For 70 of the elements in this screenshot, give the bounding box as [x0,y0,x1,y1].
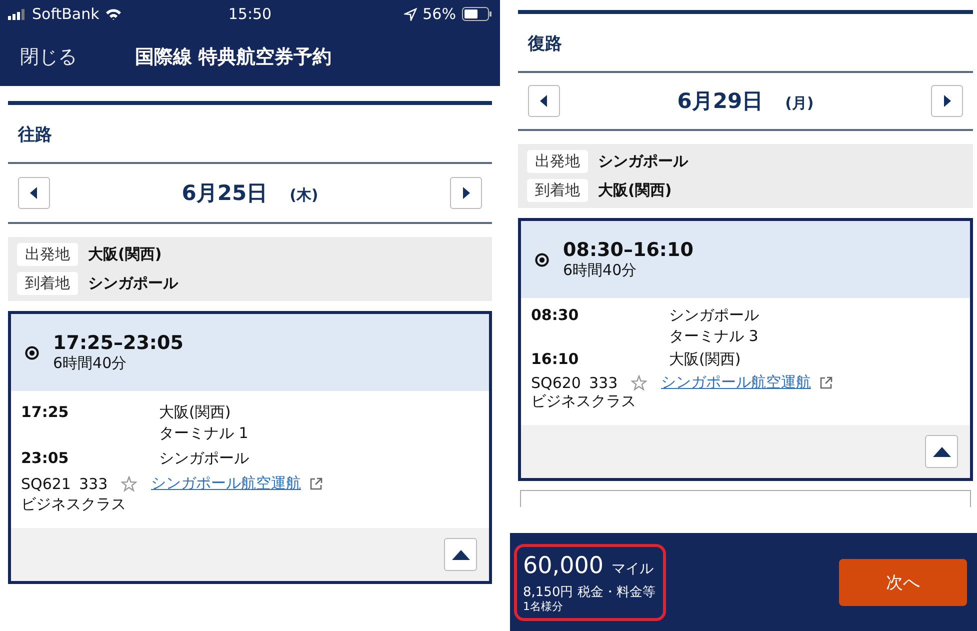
previous-date-button[interactable] [18,177,50,209]
next-button[interactable]: 次へ [839,558,967,606]
time-range: 08:30–16:10 [563,239,694,261]
terminal-text: ターミナル 1 [159,424,248,443]
up-triangle-icon [932,446,950,456]
battery-icon [462,7,492,21]
per-person-note: 1名様分 [523,600,564,612]
battery-percent: 56% [422,5,456,23]
aircraft-type: 333 [79,474,109,492]
collapse-button[interactable] [444,538,477,571]
stop-time: 23:05 [21,449,70,468]
operator-link[interactable]: シンガポール航空運航 [661,373,811,392]
clock-time: 15:50 [228,5,272,23]
miles-amount: 60,000 [523,552,604,578]
next-date-button[interactable] [450,177,482,209]
airport-name: シンガポール [159,449,249,468]
date-text: 6月25日 [182,180,268,207]
stop-time: 16:10 [531,350,580,369]
section-heading: 復路 [526,33,563,56]
place-label: 出発地 [17,243,78,266]
close-button[interactable]: 閉じる [20,44,77,70]
cabin-class: ビジネスクラス [21,495,127,514]
place-value: シンガポール [598,152,688,171]
flight-card[interactable]: 08:30–16:10 6時間40分 08:30 シンガポール ターミナル 3 16:10 大阪(関西) SQ620 333 シンガポール航空運航 ビジネスクラス [518,218,973,481]
star-icon [631,374,647,390]
radio-button[interactable] [535,252,549,266]
page-title: 国際線 特典航空券予約 [135,45,332,70]
stop-time: 08:30 [531,306,580,326]
right-triangle-icon [943,95,951,107]
place-value: 大阪(関西) [598,181,672,200]
flight-card[interactable]: 17:25–23:05 6時間40分 17:25 大阪(関西) ターミナル 1 23:05 シンガポール SQ621 333 シンガポール航空運航 ビジネスクラス [8,311,492,584]
place-label: 到着地 [17,272,78,295]
flight-number: SQ620 [531,374,581,392]
stop-time: 17:25 [21,403,70,423]
airport-name: シンガポール [669,306,759,325]
weekday-text: (月) [785,94,814,113]
place-label: 出発地 [527,150,588,173]
miles-unit: マイル [611,560,654,578]
aircraft-type: 333 [589,374,619,392]
terminal-text: ターミナル 3 [669,327,759,346]
star-icon [121,476,137,492]
duration-text: 6時間40分 [53,354,128,373]
duration-text: 6時間40分 [563,261,638,280]
previous-date-button[interactable] [528,85,560,117]
external-link-icon [309,476,323,490]
left-triangle-icon [540,95,548,107]
section-heading: 往路 [16,124,53,147]
airport-name: 大阪(関西) [669,350,741,369]
wifi-icon [105,8,122,20]
place-value: 大阪(関西) [88,245,162,264]
airport-name: 大阪(関西) [159,403,232,422]
signal-icon [8,8,26,20]
left-triangle-icon [30,187,38,199]
time-range: 17:25–23:05 [53,332,184,354]
place-value: シンガポール [88,274,178,293]
next-date-button[interactable] [931,85,963,117]
collapse-button[interactable] [925,435,958,468]
flight-number: SQ621 [21,474,71,492]
radio-button[interactable] [25,346,39,360]
operator-link[interactable]: シンガポール航空運航 [151,474,301,493]
weekday-text: (木) [290,186,318,205]
place-label: 到着地 [527,179,588,202]
carrier-name: SoftBank [32,5,100,23]
tax-amount: 8,150円 税金・料金等 [523,584,656,600]
cabin-class: ビジネスクラス [531,392,637,411]
location-arrow-icon [404,8,417,20]
right-triangle-icon [462,187,470,199]
external-link-icon [819,376,833,390]
up-triangle-icon [452,550,470,560]
date-text: 6月29日 [677,88,764,115]
